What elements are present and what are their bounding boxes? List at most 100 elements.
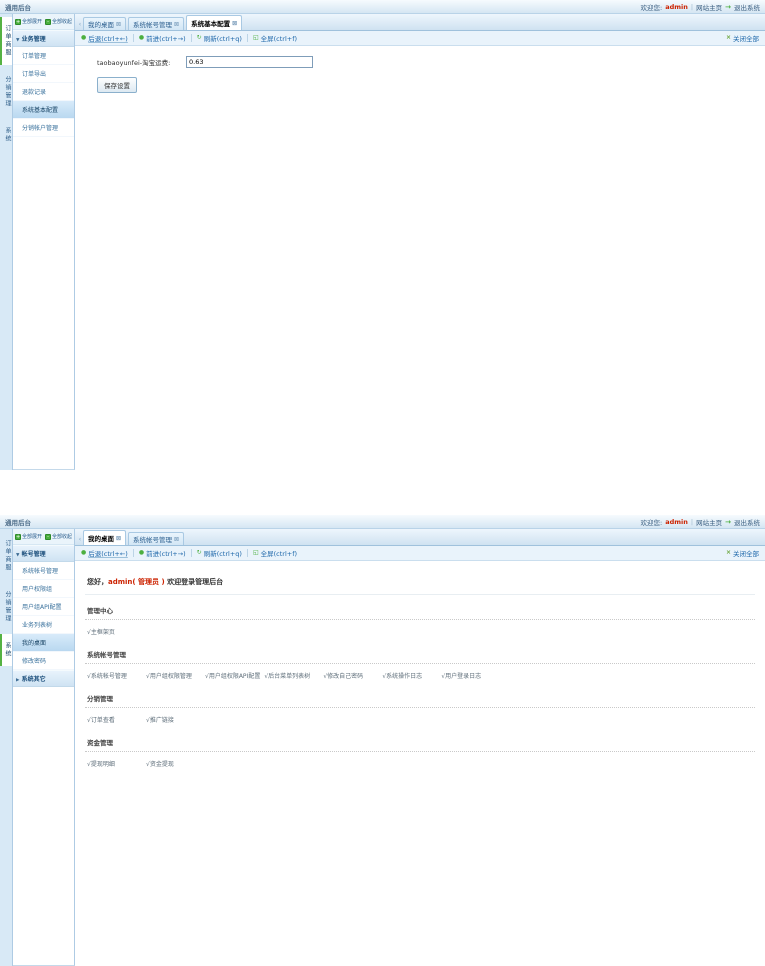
- collapse-all-icon: -: [45, 534, 51, 540]
- save-settings-button[interactable]: 保存设置: [97, 77, 137, 93]
- permission-item: √后台菜单列表树: [264, 671, 323, 680]
- menu-group-account[interactable]: ▼ 帐号管理: [13, 545, 74, 562]
- back-button[interactable]: ● 后退(ctrl+←): [81, 33, 128, 43]
- close-all-button[interactable]: × 关闭全部: [726, 33, 759, 43]
- menu-item[interactable]: 分销帐户管理: [13, 119, 74, 137]
- home-link[interactable]: 网站主页: [696, 2, 722, 12]
- menu-item[interactable]: 退款记录: [13, 83, 74, 101]
- tab[interactable]: 系统帐号管理 ⊠: [128, 532, 184, 545]
- content-area: ‹ 我的桌面 ⊠ 系统帐号管理 ⊠: [75, 529, 765, 966]
- username: admin: [665, 518, 688, 526]
- close-all-label: 关闭全部: [733, 33, 759, 43]
- close-all-button[interactable]: × 关闭全部: [726, 548, 759, 558]
- home-link[interactable]: 网站主页: [696, 517, 722, 527]
- forward-button[interactable]: ● 前进(ctrl+→): [139, 33, 186, 43]
- menu-item[interactable]: 用户组API配置: [13, 598, 74, 616]
- module-tab[interactable]: 分销管理: [0, 583, 12, 631]
- module-tab[interactable]: 订单商服: [0, 17, 12, 65]
- tab[interactable]: 我的桌面 ⊠: [83, 530, 126, 545]
- tab-close-icon[interactable]: ⊠: [232, 20, 237, 27]
- permission-item: √订单查看: [87, 715, 146, 724]
- tabs: 我的桌面 ⊠ 系统帐号管理 ⊠: [83, 530, 186, 545]
- username: admin: [665, 3, 688, 11]
- toolbar-divider: [133, 549, 134, 557]
- app-header: 通用后台 欢迎您: admin | 网站主页 → 退出系统: [0, 515, 765, 529]
- close-all-label: 关闭全部: [733, 548, 759, 558]
- toolbar: ● 后退(ctrl+←) ● 前进(ctrl+→) ↻ 刷新(ctrl+q): [75, 31, 765, 46]
- header-user-area: 欢迎您: admin | 网站主页 → 退出系统: [641, 517, 760, 527]
- menu-group-system-other[interactable]: ▶ 系统其它: [13, 670, 74, 687]
- permission-item: √主框架页: [87, 627, 146, 636]
- section-title: 资金管理: [85, 734, 755, 752]
- module-strip: 订单商服 分销管理 系统: [0, 14, 13, 470]
- tab-label: 系统帐号管理: [133, 19, 172, 29]
- fullscreen-button[interactable]: ◱ 全屏(ctrl+f): [253, 548, 297, 558]
- logout-arrow-icon: →: [725, 518, 731, 526]
- tab-close-icon[interactable]: ⊠: [174, 536, 179, 543]
- fullscreen-button[interactable]: ◱ 全屏(ctrl+f): [253, 33, 297, 43]
- permission-row: √系统帐号管理√用户组权限管理√用户组权限API配置√后台菜单列表树√修改自己密…: [85, 664, 755, 683]
- fullscreen-label: 全屏(ctrl+f): [261, 548, 297, 558]
- app-body: 订单商服 分销管理 系统 + 全部展开 - 全部收起: [0, 14, 765, 470]
- module-tab[interactable]: 系统: [0, 634, 12, 666]
- logout-link[interactable]: 退出系统: [734, 517, 760, 527]
- tab-close-icon[interactable]: ⊠: [116, 21, 121, 28]
- freight-input[interactable]: [186, 56, 313, 68]
- toolbar-divider: [191, 34, 192, 42]
- forward-icon: ●: [139, 550, 144, 556]
- refresh-label: 刷新(ctrl+q): [204, 548, 242, 558]
- collapse-all-button[interactable]: - 全部收起: [45, 18, 72, 25]
- welcome-user: admin( 管理员 ): [108, 578, 165, 586]
- expand-all-button[interactable]: + 全部展开: [15, 533, 42, 540]
- expand-all-button[interactable]: + 全部展开: [15, 18, 42, 25]
- expand-all-label: 全部展开: [22, 18, 42, 25]
- content-area: ‹ 我的桌面 ⊠ 系统帐号管理 ⊠: [75, 14, 765, 470]
- tab[interactable]: 系统基本配置 ⊠: [186, 15, 242, 30]
- refresh-button[interactable]: ↻ 刷新(ctrl+q): [197, 33, 242, 43]
- module-tab[interactable]: 订单商服: [0, 532, 12, 580]
- forward-icon: ●: [139, 35, 144, 41]
- toolbar: ● 后退(ctrl+←) ● 前进(ctrl+→) ↻ 刷新(ctrl+q): [75, 546, 765, 561]
- module-strip: 订单商服 分销管理 系统: [0, 529, 13, 966]
- welcome-label: 欢迎您:: [641, 2, 663, 12]
- menu-item[interactable]: 我的桌面: [13, 634, 74, 652]
- collapse-all-button[interactable]: - 全部收起: [45, 533, 72, 540]
- permission-item: √提现明细: [87, 759, 146, 768]
- menu-group-business[interactable]: ▼ 业务管理: [13, 30, 74, 47]
- module-tab[interactable]: 分销管理: [0, 68, 12, 116]
- module-tab[interactable]: 系统: [0, 119, 12, 151]
- menu-item[interactable]: 订单导出: [13, 65, 74, 83]
- menu-item[interactable]: 修改密码: [13, 652, 74, 670]
- back-label: 后退(ctrl+←): [88, 33, 128, 43]
- tab-close-icon[interactable]: ⊠: [116, 535, 121, 542]
- header-user-area: 欢迎您: admin | 网站主页 → 退出系统: [641, 2, 760, 12]
- sidebar: + 全部展开 - 全部收起 ▼ 帐号管理 系统帐号管理 用: [13, 529, 75, 966]
- tab-close-icon[interactable]: ⊠: [174, 21, 179, 28]
- permission-item: √用户组权限管理: [146, 671, 205, 680]
- refresh-button[interactable]: ↻ 刷新(ctrl+q): [197, 548, 242, 558]
- tab[interactable]: 系统帐号管理 ⊠: [128, 17, 184, 30]
- menu-group-label: 系统其它: [22, 676, 46, 683]
- section-title: 管理中心: [85, 602, 755, 620]
- refresh-icon: ↻: [197, 35, 202, 41]
- sidebar: + 全部展开 - 全部收起 ▼ 业务管理 订单管理 订单导: [13, 14, 75, 470]
- toolbar-divider: [133, 34, 134, 42]
- expand-all-label: 全部展开: [22, 533, 42, 540]
- menu-group-label: 帐号管理: [22, 551, 46, 558]
- logout-link[interactable]: 退出系统: [734, 2, 760, 12]
- close-all-icon: ×: [726, 35, 731, 41]
- menu-item[interactable]: 系统基本配置: [13, 101, 74, 119]
- app-title: 通用后台: [5, 2, 31, 12]
- group-expanded-icon: ▼: [16, 38, 19, 43]
- permission-row: √提现明细√资金提现: [85, 752, 755, 771]
- menu-item[interactable]: 系统帐号管理: [13, 562, 74, 580]
- forward-button[interactable]: ● 前进(ctrl+→): [139, 548, 186, 558]
- tab-label: 我的桌面: [88, 533, 114, 543]
- back-button[interactable]: ● 后退(ctrl+←): [81, 548, 128, 558]
- menu-item[interactable]: 订单管理: [13, 47, 74, 65]
- menu-item[interactable]: 业务列表树: [13, 616, 74, 634]
- tab[interactable]: 我的桌面 ⊠: [83, 17, 126, 30]
- permission-item: √用户登录日志: [441, 671, 500, 680]
- screen-my-desktop: 通用后台 欢迎您: admin | 网站主页 → 退出系统 订单商服 分销管理 …: [0, 515, 765, 966]
- menu-item[interactable]: 用户权限组: [13, 580, 74, 598]
